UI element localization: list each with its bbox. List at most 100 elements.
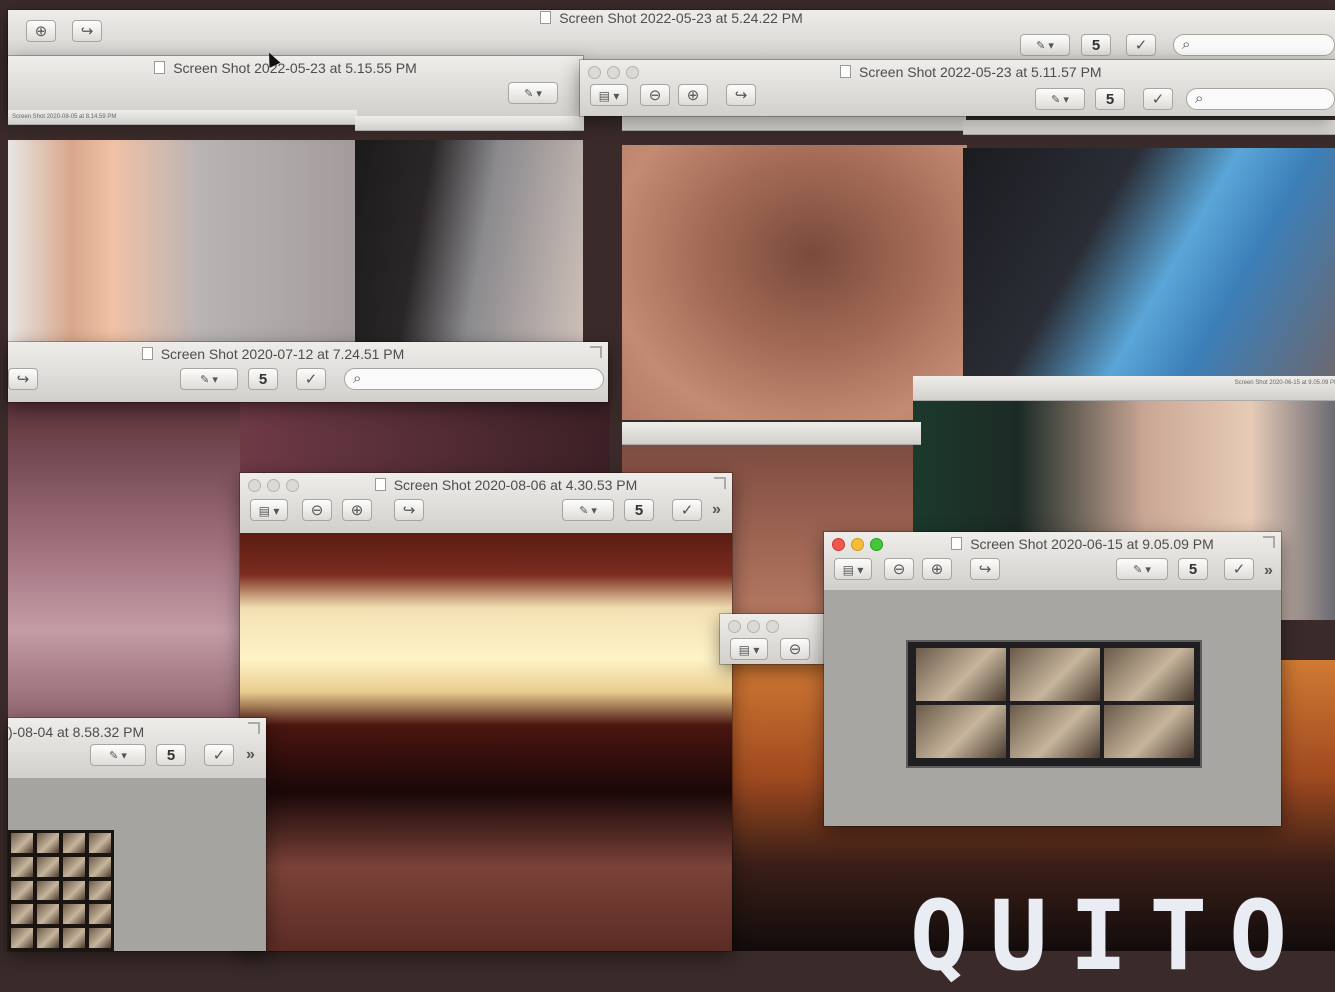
video-tile <box>1010 648 1100 701</box>
resize-icon[interactable] <box>590 346 602 358</box>
title-bar: Screen Shot 2020-06-15 at 9.05.09 PM ▤ ▾… <box>824 532 1281 591</box>
sidebar-button[interactable]: ▤ ▾ <box>590 84 628 106</box>
markup-button[interactable]: ✎ ▾ <box>562 499 614 521</box>
resize-icon[interactable] <box>248 722 260 734</box>
markup-button[interactable]: ✎ ▾ <box>1035 88 1085 110</box>
markup-button[interactable]: ✎ ▾ <box>180 368 238 390</box>
zoom-out-button[interactable]: ⊖ <box>302 499 332 521</box>
minimize-dot[interactable] <box>851 538 864 551</box>
title-bar: Screen Shot 2020-07-12 at 7.24.51 PM ↪ ✎… <box>8 342 608 402</box>
title-bar: Screen Shot 2022-05-23 at 5.11.57 PM ▤ ▾… <box>580 60 1335 116</box>
nested-window-titlebar <box>355 116 584 131</box>
nested-window-titlebar: Screen Shot 2020-08-05 at 8.14.59 PM <box>8 110 357 125</box>
share-button[interactable]: ↪ <box>970 558 1000 580</box>
minimize-dot[interactable] <box>267 479 280 492</box>
webcam-image-glasses <box>355 140 583 345</box>
close-dot[interactable] <box>248 479 261 492</box>
share-button[interactable]: ↪ <box>8 368 38 390</box>
window-title: )-08-04 at 8.58.32 PM <box>8 724 145 740</box>
window-controls <box>588 66 639 79</box>
zoom-dot[interactable] <box>870 538 883 551</box>
window-controls <box>832 538 883 551</box>
minimize-dot[interactable] <box>747 620 760 633</box>
rotate-button[interactable]: 5 <box>248 368 278 390</box>
rotate-button[interactable]: 5 <box>624 499 654 521</box>
search-field[interactable]: ⌕ <box>1173 34 1335 56</box>
window-title: Screen Shot 2020-06-15 at 9.05.09 PM <box>884 536 1281 552</box>
zoom-dot[interactable] <box>766 620 779 633</box>
document-icon <box>540 11 552 24</box>
title-bar: Screen Shot 2022-05-23 at 5.15.55 PM ✎ ▾ <box>8 56 583 116</box>
window-title: Screen Shot 2020-07-12 at 7.24.51 PM <box>8 346 608 362</box>
rotate-button[interactable]: 5 <box>1178 558 1208 580</box>
edit-button[interactable]: ✓ <box>672 499 702 521</box>
window-f: Screen Shot 2020-06-15 at 9.05.09 PM ▤ ▾… <box>824 532 1281 826</box>
nested-window-titlebar <box>622 116 966 131</box>
title-bar: Screen Shot 2022-05-23 at 5.24.22 PM ⊕ ↪… <box>8 10 1335 62</box>
title-bar: ▤ ▾ ⊖ <box>720 614 830 664</box>
window-b: Screen Shot 2022-05-23 at 5.15.55 PM ✎ ▾ <box>8 56 583 116</box>
markup-button[interactable]: ✎ ▾ <box>1116 558 1168 580</box>
edit-button[interactable]: ✓ <box>1143 88 1173 110</box>
window-top: Screen Shot 2022-05-23 at 5.24.22 PM ⊕ ↪… <box>8 10 1335 62</box>
webcam-image-hand <box>8 140 358 345</box>
more-icon[interactable]: » <box>1264 562 1273 580</box>
sidebar-button[interactable]: ▤ ▾ <box>834 558 872 580</box>
webcam-image-purple <box>8 400 248 730</box>
window-title: Screen Shot 2022-05-23 at 5.11.57 PM <box>840 64 1102 80</box>
nested-window-titlebar <box>622 422 921 445</box>
more-icon[interactable]: » <box>246 746 255 764</box>
window-c: Screen Shot 2022-05-23 at 5.11.57 PM ▤ ▾… <box>580 60 1335 116</box>
zoom-out-button[interactable]: ⊖ <box>884 558 914 580</box>
zoom-in-button[interactable]: ⊕ <box>342 499 372 521</box>
rotate-button[interactable]: 5 <box>1095 88 1125 110</box>
minimize-dot[interactable] <box>607 66 620 79</box>
markup-button[interactable]: ✎ ▾ <box>508 82 558 104</box>
video-tile <box>1104 705 1194 758</box>
rotate-button[interactable]: 5 <box>1081 34 1111 56</box>
search-field[interactable]: ⌕ <box>1186 88 1335 110</box>
document-icon <box>951 537 963 550</box>
bottom-pixel-text: QUITO <box>910 880 1309 992</box>
edit-button[interactable]: ✓ <box>1224 558 1254 580</box>
zoom-in-button[interactable]: ⊕ <box>678 84 708 106</box>
rotate-button[interactable]: 5 <box>156 744 186 766</box>
edit-button[interactable]: ✓ <box>204 744 234 766</box>
window-h: ▤ ▾ ⊖ <box>720 614 830 664</box>
window-g: )-08-04 at 8.58.32 PM ✎ ▾ 5 ✓ » <box>8 718 266 951</box>
share-button[interactable]: ↪ <box>394 499 424 521</box>
window-title: Screen Shot 2020-08-06 at 4.30.53 PM <box>280 477 732 493</box>
zoom-out-button[interactable]: ⊖ <box>640 84 670 106</box>
webcam-image-teeth <box>240 533 732 951</box>
zoom-gallery-screenshot <box>906 640 1202 768</box>
search-field[interactable]: ⌕ <box>344 368 604 390</box>
zoom-in-button[interactable]: ⊕ <box>922 558 952 580</box>
window-title: Screen Shot 2022-05-23 at 5.24.22 PM <box>8 10 1335 26</box>
video-tile <box>1104 648 1194 701</box>
sidebar-button[interactable]: ▤ ▾ <box>250 499 288 521</box>
video-tile <box>916 648 1006 701</box>
sidebar-button[interactable]: ▤ ▾ <box>730 638 768 660</box>
edit-button[interactable]: ✓ <box>296 368 326 390</box>
webcam-image-blue <box>963 148 1335 378</box>
markup-button[interactable]: ✎ ▾ <box>1020 34 1070 56</box>
close-dot[interactable] <box>728 620 741 633</box>
nested-window-titlebar <box>963 120 1335 135</box>
preview-canvas <box>824 590 1281 826</box>
close-dot[interactable] <box>832 538 845 551</box>
share-button[interactable]: ↪ <box>72 20 102 42</box>
resize-icon[interactable] <box>1263 536 1275 548</box>
markup-button[interactable]: ✎ ▾ <box>90 744 146 766</box>
document-icon <box>154 61 166 74</box>
zoom-in-button[interactable]: ⊕ <box>26 20 56 42</box>
edit-button[interactable]: ✓ <box>1126 34 1156 56</box>
zoom-dot[interactable] <box>626 66 639 79</box>
close-dot[interactable] <box>588 66 601 79</box>
more-icon[interactable]: » <box>712 501 721 519</box>
share-button[interactable]: ↪ <box>726 84 756 106</box>
zoom-out-button[interactable]: ⊖ <box>780 638 810 660</box>
resize-icon[interactable] <box>714 477 726 489</box>
window-title: Screen Shot 2022-05-23 at 5.15.55 PM <box>8 60 583 76</box>
title-bar: Screen Shot 2020-08-06 at 4.30.53 PM ▤ ▾… <box>240 473 732 534</box>
video-tile <box>1010 705 1100 758</box>
